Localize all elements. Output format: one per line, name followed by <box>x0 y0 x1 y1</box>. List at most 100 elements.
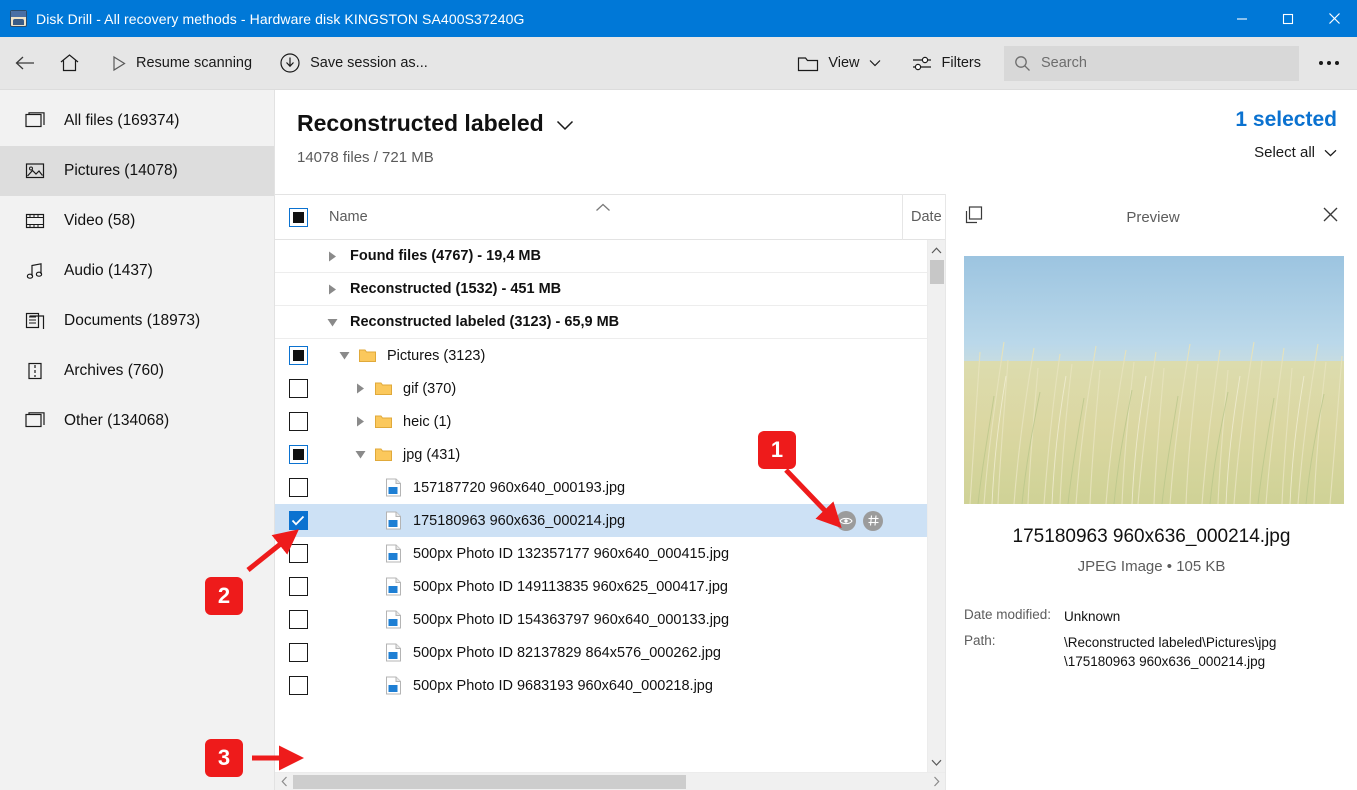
scroll-down-icon[interactable] <box>931 752 942 772</box>
expand-collapse-icon[interactable] <box>349 415 371 428</box>
expand-collapse-icon[interactable] <box>321 283 343 296</box>
chevron-down-icon <box>556 110 574 137</box>
vertical-scrollbar[interactable] <box>927 240 945 772</box>
back-button[interactable] <box>0 45 45 81</box>
folder-icon <box>797 54 819 73</box>
image-file-icon <box>381 577 406 596</box>
row-checkbox[interactable] <box>275 412 321 431</box>
hash-icon[interactable] <box>863 510 883 531</box>
row-label: 175180963 960x636_000214.jpg <box>413 512 626 529</box>
horizontal-scrollbar[interactable] <box>275 772 945 790</box>
sidebar-item-archives[interactable]: Archives (760) <box>0 346 274 396</box>
vertical-scroll-track[interactable] <box>928 260 945 752</box>
table-row[interactable]: Found files (4767) - 19,4 MB <box>275 240 927 273</box>
select-all-button[interactable]: Select all <box>1235 144 1337 161</box>
image-file-icon <box>381 544 406 563</box>
vertical-scroll-thumb[interactable] <box>930 260 944 284</box>
save-session-label: Save session as... <box>310 55 428 71</box>
save-session-button[interactable]: Save session as... <box>261 45 437 81</box>
expand-collapse-icon[interactable] <box>321 317 343 328</box>
row-checkbox[interactable] <box>275 478 321 497</box>
horizontal-scroll-thumb[interactable] <box>293 774 687 789</box>
window-title: Disk Drill - All recovery methods - Hard… <box>36 10 525 27</box>
search-placeholder: Search <box>1041 55 1087 71</box>
expand-collapse-icon[interactable] <box>333 350 355 361</box>
row-label: Reconstructed (1532) - 451 MB <box>350 281 562 297</box>
music-note-icon <box>24 262 46 280</box>
table-row[interactable]: heic (1) <box>275 405 927 438</box>
search-input[interactable]: Search <box>1004 45 1299 81</box>
horizontal-scroll-track[interactable] <box>293 772 927 790</box>
scroll-left-icon[interactable] <box>275 776 293 787</box>
row-label: heic (1) <box>403 413 452 430</box>
table-row[interactable]: jpg (431) <box>275 438 927 471</box>
sidebar-item-other[interactable]: Other (134068) <box>0 396 274 446</box>
table-row[interactable]: Reconstructed (1532) - 451 MB <box>275 273 927 306</box>
row-label: 500px Photo ID 82137829 864x576_000262.j… <box>413 644 721 661</box>
image-file-icon <box>381 676 406 695</box>
row-checkbox[interactable] <box>275 379 321 398</box>
expand-collapse-icon[interactable] <box>349 382 371 395</box>
sidebar-item-video[interactable]: Video (58) <box>0 196 274 246</box>
select-all-checkbox[interactable] <box>275 207 321 227</box>
row-checkbox[interactable] <box>275 676 321 695</box>
table-row[interactable]: 500px Photo ID 154363797 960x640_000133.… <box>275 603 927 636</box>
maximize-button[interactable] <box>1265 0 1311 37</box>
preview-field-date-modified: Date modified: Unknown <box>964 607 1339 627</box>
close-icon[interactable] <box>1322 206 1339 228</box>
filters-button[interactable]: Filters <box>902 45 990 81</box>
preview-field-path: Path: \Reconstructed labeled\Pictures\jp… <box>964 633 1339 672</box>
table-row[interactable]: 500px Photo ID 149113835 960x625_000417.… <box>275 570 927 603</box>
row-checkbox[interactable] <box>275 544 321 563</box>
preview-eye-icon[interactable] <box>836 510 856 531</box>
row-label: jpg (431) <box>403 446 461 463</box>
scroll-up-icon[interactable] <box>931 240 942 260</box>
page-title[interactable]: Reconstructed labeled <box>297 110 1335 137</box>
resume-scanning-button[interactable]: Resume scanning <box>95 45 261 81</box>
column-header-name[interactable]: Name <box>321 209 902 225</box>
table-row[interactable]: 500px Photo ID 9683193 960x640_000218.jp… <box>275 669 927 702</box>
column-header-date[interactable]: Date <box>903 209 945 225</box>
window-icon <box>24 112 46 130</box>
row-checkbox[interactable] <box>275 577 321 596</box>
folder-icon <box>371 413 396 430</box>
image-file-icon <box>381 610 406 629</box>
table-row[interactable]: 500px Photo ID 82137829 864x576_000262.j… <box>275 636 927 669</box>
expand-collapse-icon[interactable] <box>349 449 371 460</box>
folder-icon <box>371 446 396 463</box>
minimize-button[interactable] <box>1219 0 1265 37</box>
sidebar-item-documents[interactable]: Documents (18973) <box>0 296 274 346</box>
close-button[interactable] <box>1311 0 1357 37</box>
preview-fields: Date modified: Unknown Path: \Reconstruc… <box>964 607 1339 678</box>
table-row[interactable]: Reconstructed labeled (3123) - 65,9 MB <box>275 306 927 339</box>
list-header: Name Date <box>275 194 945 240</box>
row-checkbox[interactable] <box>275 643 321 662</box>
more-options-button[interactable] <box>1299 45 1357 81</box>
sidebar-item-audio[interactable]: Audio (1437) <box>0 246 274 296</box>
table-row[interactable]: 500px Photo ID 132357177 960x640_000415.… <box>275 537 927 570</box>
content-area: Name Date Found files (4767) - 19,4 MB R… <box>275 194 1357 790</box>
sidebar-label: Archives (760) <box>64 362 164 379</box>
field-value: \Reconstructed labeled\Pictures\jpg \175… <box>1064 634 1277 670</box>
view-button[interactable]: View <box>788 45 889 81</box>
field-value: Unknown <box>1064 609 1121 624</box>
row-checkbox[interactable] <box>275 346 321 365</box>
row-checkbox[interactable] <box>275 445 321 464</box>
expand-collapse-icon[interactable] <box>321 250 343 263</box>
image-file-icon <box>381 643 406 662</box>
table-row[interactable]: 175180963 960x636_000214.jpg <box>275 504 927 537</box>
image-file-icon <box>381 511 406 530</box>
table-row[interactable]: Pictures (3123) <box>275 339 927 372</box>
sidebar-item-all-files[interactable]: All files (169374) <box>0 96 274 146</box>
table-row[interactable]: 157187720 960x640_000193.jpg <box>275 471 927 504</box>
sidebar-item-pictures[interactable]: Pictures (14078) <box>0 146 274 196</box>
scroll-right-icon[interactable] <box>927 776 945 787</box>
copy-window-icon[interactable] <box>964 205 984 230</box>
file-rows: Found files (4767) - 19,4 MB Reconstruct… <box>275 240 927 772</box>
home-button[interactable] <box>45 45 89 81</box>
row-checkbox[interactable] <box>275 610 321 629</box>
row-label: 500px Photo ID 149113835 960x625_000417.… <box>413 578 728 595</box>
ellipsis-icon <box>1319 61 1339 65</box>
selected-row-checkbox[interactable] <box>275 511 321 530</box>
table-row[interactable]: gif (370) <box>275 372 927 405</box>
